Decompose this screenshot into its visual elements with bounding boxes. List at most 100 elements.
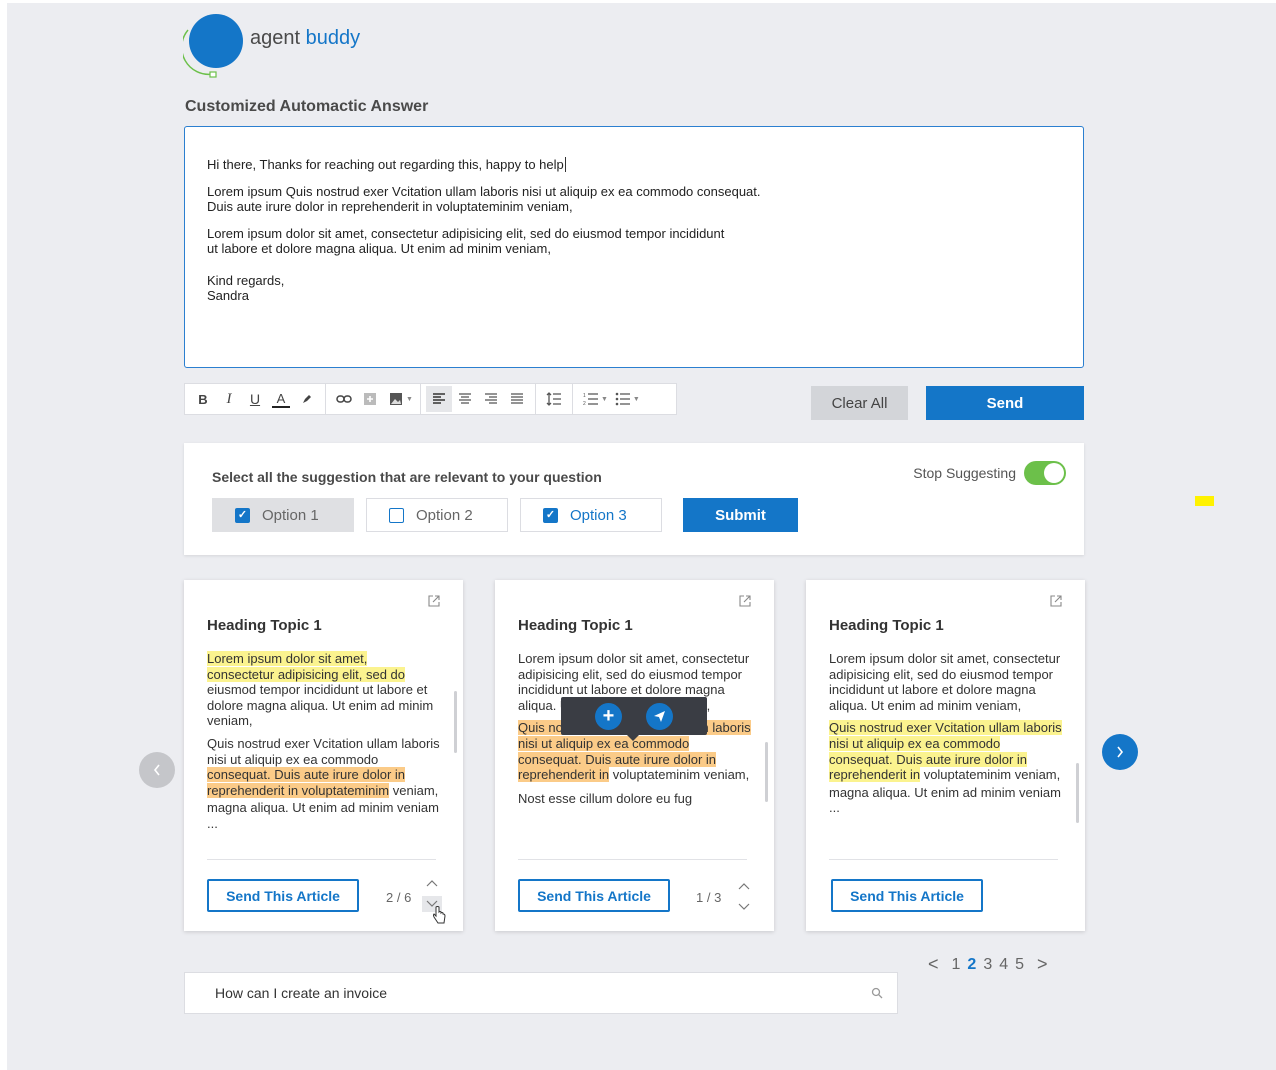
chevron-up-icon[interactable] <box>735 879 753 893</box>
submit-button[interactable]: Submit <box>683 498 798 532</box>
brand-name-part1: agent <box>250 26 301 49</box>
brand-logo[interactable]: agent buddy <box>183 14 360 78</box>
toolbar-group-lists: 1 2 ▼ ▼ <box>573 384 647 414</box>
external-link-icon[interactable] <box>1049 594 1063 608</box>
pagination-prev[interactable]: < <box>928 954 939 975</box>
external-link-icon[interactable] <box>427 594 441 608</box>
align-right-icon[interactable] <box>478 386 504 412</box>
card-paragraph: Nost esse cillum dolore eu fug <box>518 790 693 806</box>
article-card: Heading Topic 1 Lorem ipsum dolor sit am… <box>184 580 463 931</box>
card-text: voluptateminim veniam, <box>612 767 750 783</box>
numbered-list-dropdown-icon[interactable]: ▼ <box>601 396 608 403</box>
align-left-icon[interactable] <box>425 386 452 412</box>
article-card: Heading Topic 1 Lorem ipsum dolor sit am… <box>806 580 1085 931</box>
card-text: eiusmod tempor incididunt ut labore et d… <box>207 682 434 729</box>
card-scrollbar[interactable] <box>765 742 768 802</box>
paper-plane-icon[interactable] <box>646 702 673 730</box>
toolbar-group-text: B I U A <box>185 384 326 414</box>
send-article-button[interactable]: Send This Article <box>831 879 983 912</box>
carousel-prev-button[interactable] <box>139 752 175 788</box>
line-spacing-icon[interactable] <box>541 386 567 412</box>
image-dropdown-icon[interactable]: ▼ <box>406 396 413 403</box>
bold-button[interactable]: B <box>190 386 216 412</box>
svg-text:2: 2 <box>583 401 586 406</box>
search-icon[interactable] <box>871 987 883 999</box>
suggestion-panel: Select all the suggestion that are relev… <box>184 443 1084 555</box>
chevron-up-icon[interactable] <box>423 876 441 890</box>
highlight-text: consectetur adipisicing elit, sed do <box>207 666 406 682</box>
send-button[interactable]: Send <box>926 386 1084 420</box>
underline-button[interactable]: U <box>242 386 268 412</box>
result-counter: 2 / 6 <box>386 890 412 905</box>
pagination-page-1[interactable]: 1 <box>952 956 961 974</box>
brand-name-part2: buddy <box>305 26 361 49</box>
bullet-list-dropdown-icon[interactable]: ▼ <box>633 396 640 403</box>
answer-editor[interactable]: Hi there, Thanks for reaching out regard… <box>184 126 1084 368</box>
card-paragraph: Quis nostrud exer Vcitation ullam labori… <box>207 736 442 798</box>
article-card: Heading Topic 1 Lorem ipsum dolor sit am… <box>495 580 774 931</box>
card-scrollbar[interactable] <box>1076 763 1079 823</box>
send-article-button[interactable]: Send This Article <box>207 879 359 912</box>
align-justify-icon[interactable] <box>504 386 530 412</box>
card-paragraph: magna aliqua. Ut enim ad minim veniam ..… <box>829 784 1061 816</box>
card-paragraph: magna aliqua. Ut enim ad minim veniam ..… <box>207 800 439 831</box>
pagination-page-5[interactable]: 5 <box>1015 956 1024 974</box>
pagination-page-2[interactable]: 2 <box>967 956 976 974</box>
align-center-icon[interactable] <box>452 386 478 412</box>
font-color-button[interactable]: A <box>272 390 290 408</box>
annotation-marker <box>1195 496 1214 506</box>
logo-circle <box>189 14 243 68</box>
card-paragraph: Lorem ipsum dolor sit amet, consectetur … <box>829 651 1061 713</box>
editor-signoff: Kind regards, Sandra <box>207 272 285 304</box>
highlight-text: consequat. Duis aute irure dolor in repr… <box>207 767 406 798</box>
page-title: Customized Automactic Answer <box>185 98 429 115</box>
toolbar-group-spacing <box>536 384 573 414</box>
search-input[interactable] <box>213 984 871 1002</box>
external-link-icon[interactable] <box>738 594 752 608</box>
option-3-checkbox[interactable]: Option 3 <box>520 498 662 532</box>
pagination-page-4[interactable]: 4 <box>999 956 1008 974</box>
checkbox-checked-icon <box>543 507 558 523</box>
add-box-icon[interactable] <box>357 386 383 412</box>
card-divider <box>829 859 1058 860</box>
checkbox-checked-icon <box>235 507 250 523</box>
svg-text:1: 1 <box>583 393 586 399</box>
card-paragraph: Lorem ipsum dolor sit amet, consectetur a… <box>207 651 442 729</box>
card-text: veniam, <box>392 782 439 798</box>
option-1-checkbox[interactable]: Option 1 <box>212 498 354 532</box>
italic-button[interactable]: I <box>216 386 242 412</box>
chevron-down-icon[interactable] <box>735 900 753 914</box>
checkbox-unchecked-icon <box>389 507 404 523</box>
card-title: Heading Topic 1 <box>829 617 944 634</box>
clear-all-button[interactable]: Clear All <box>811 386 908 420</box>
marker-icon[interactable] <box>294 386 320 412</box>
card-paragraph: Quis nostrud exer Vcitation ullam labori… <box>829 720 1064 783</box>
stop-suggesting-control: Stop Suggesting <box>913 461 1066 485</box>
send-article-button[interactable]: Send This Article <box>518 879 670 912</box>
toolbar-group-align <box>421 384 536 414</box>
formatting-toolbar: B I U A ▼ 1 2 ▼ ▼ <box>184 383 677 415</box>
brand-name: agent buddy <box>250 27 360 50</box>
plus-icon[interactable]: + <box>595 702 622 730</box>
card-scrollbar[interactable] <box>454 691 457 753</box>
option-2-checkbox[interactable]: Option 2 <box>366 498 508 532</box>
pagination-next[interactable]: > <box>1037 954 1048 975</box>
card-divider <box>518 859 747 860</box>
carousel-next-button[interactable] <box>1102 734 1138 770</box>
option-3-label: Option 3 <box>570 506 627 524</box>
suggestion-prompt: Select all the suggestion that are relev… <box>212 469 602 485</box>
stop-suggesting-toggle[interactable] <box>1024 461 1066 485</box>
link-icon[interactable] <box>331 386 357 412</box>
card-divider <box>207 859 436 860</box>
logo-mark-icon <box>183 14 245 78</box>
editor-line: Hi there, Thanks for reaching out regard… <box>207 157 1061 173</box>
selection-popover: + <box>561 697 707 741</box>
card-body: Lorem ipsum dolor sit amet, consectetur a… <box>207 651 442 839</box>
pagination-page-3[interactable]: 3 <box>983 956 992 974</box>
search-bar <box>184 972 898 1014</box>
text-caret <box>564 157 566 172</box>
card-title: Heading Topic 1 <box>518 617 633 634</box>
editor-greeting: Hi there, Thanks for reaching out regard… <box>207 157 564 172</box>
stop-suggesting-label: Stop Suggesting <box>913 465 1016 481</box>
card-text: Quis nostrud exer Vcitation ullam labori… <box>207 735 440 767</box>
